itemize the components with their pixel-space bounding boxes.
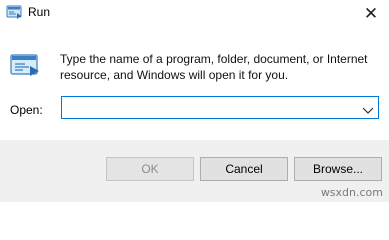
instruction-text: Type the name of a program, folder, docu… — [60, 52, 368, 82]
open-label: Open: — [10, 103, 43, 117]
chevron-down-icon[interactable] — [362, 102, 374, 114]
button-bar: OK Cancel Browse... wsxdn.com — [0, 140, 389, 202]
window-title: Run — [28, 5, 51, 19]
open-input[interactable] — [62, 97, 352, 118]
close-button[interactable]: ✕ — [353, 0, 389, 26]
open-combobox[interactable] — [61, 96, 379, 119]
browse-button[interactable]: Browse... — [294, 157, 382, 181]
watermark: wsxdn.com — [320, 186, 383, 199]
run-app-icon — [6, 5, 24, 20]
run-large-icon — [10, 54, 42, 78]
ok-button[interactable]: OK — [106, 157, 194, 181]
title-bar: Run ✕ — [0, 0, 389, 26]
cancel-button[interactable]: Cancel — [200, 157, 288, 181]
close-icon: ✕ — [363, 3, 379, 23]
